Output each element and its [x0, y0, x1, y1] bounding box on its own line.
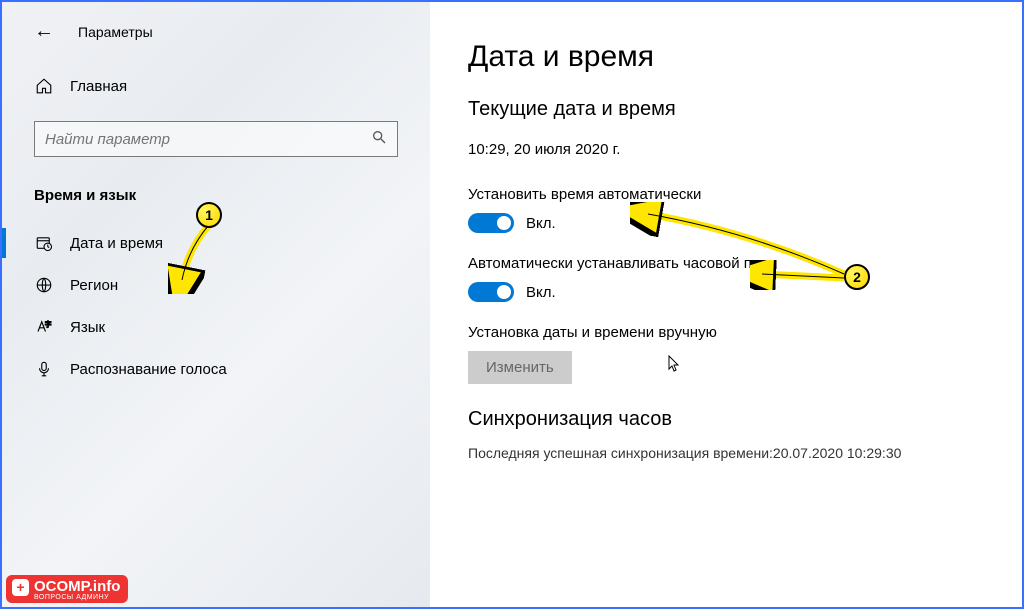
search-icon: [371, 129, 387, 150]
microphone-icon: [34, 360, 54, 378]
auto-time-state: Вкл.: [526, 215, 556, 232]
sidebar: ← Параметры Главная Время и язык Дата и …: [2, 2, 430, 607]
nav-item-language[interactable]: 字 Язык: [2, 306, 430, 348]
nav-label-language: Язык: [70, 319, 105, 336]
nav-item-datetime[interactable]: Дата и время: [2, 222, 430, 264]
globe-icon: [34, 276, 54, 294]
nav-home-label: Главная: [70, 78, 127, 95]
auto-tz-toggle[interactable]: [468, 282, 514, 302]
sync-last-success: Последняя успешная синхронизация времени…: [468, 445, 984, 461]
language-icon: 字: [34, 318, 54, 336]
auto-tz-state: Вкл.: [526, 284, 556, 301]
nav-item-speech[interactable]: Распознавание голоса: [2, 348, 430, 390]
nav-label-datetime: Дата и время: [70, 235, 163, 252]
annotation-marker-2: 2: [844, 264, 870, 290]
site-logo: OCOMP.info ВОПРОСЫ АДМИНУ: [6, 575, 128, 603]
sync-title: Синхронизация часов: [468, 408, 984, 431]
cursor-icon: [668, 360, 682, 377]
auto-tz-label: Автоматически устанавливать часовой пояс: [468, 255, 984, 272]
search-field[interactable]: [34, 121, 398, 157]
svg-text:字: 字: [45, 319, 52, 328]
auto-time-toggle[interactable]: [468, 213, 514, 233]
nav-home[interactable]: Главная: [2, 67, 430, 105]
calendar-clock-icon: [34, 234, 54, 252]
content: Дата и время Текущие дата и время 10:29,…: [430, 2, 1022, 607]
nav-item-region[interactable]: Регион: [2, 264, 430, 306]
search-input[interactable]: [45, 131, 371, 148]
current-datetime-title: Текущие дата и время: [468, 98, 984, 121]
change-button[interactable]: Изменить: [468, 351, 572, 384]
annotation-marker-1: 1: [196, 202, 222, 228]
page-title: Дата и время: [468, 40, 984, 74]
auto-time-label: Установить время автоматически: [468, 186, 984, 203]
manual-set-label: Установка даты и времени вручную: [468, 324, 984, 341]
back-icon[interactable]: ←: [34, 20, 54, 43]
home-icon: [34, 77, 54, 95]
window-title: Параметры: [78, 24, 153, 40]
nav-label-region: Регион: [70, 277, 118, 294]
current-datetime-value: 10:29, 20 июля 2020 г.: [468, 141, 984, 158]
nav-label-speech: Распознавание голоса: [70, 361, 227, 378]
